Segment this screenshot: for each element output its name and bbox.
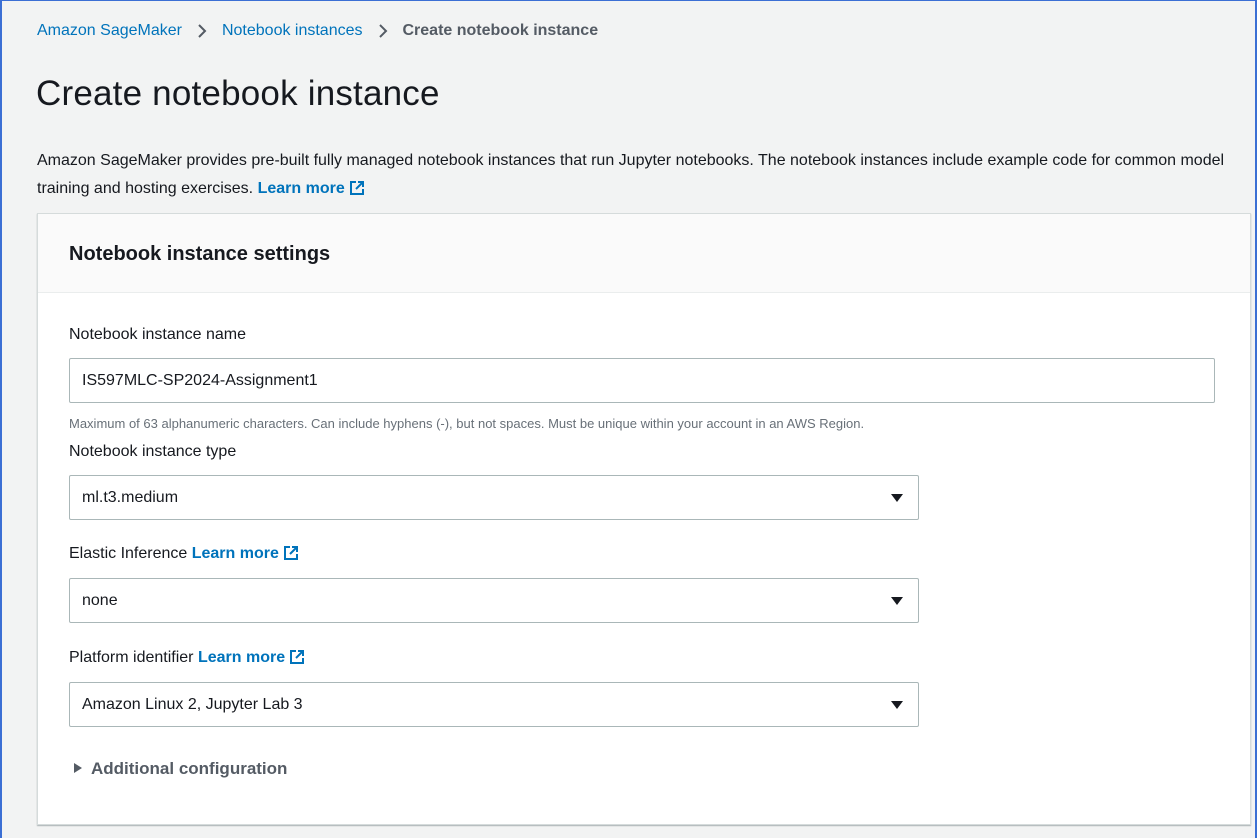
platform-identifier-value: Amazon Linux 2, Jupyter Lab 3	[82, 695, 303, 713]
caret-down-icon	[890, 700, 904, 710]
elastic-learn-more-link[interactable]: Learn more	[192, 545, 299, 562]
breadcrumb: Amazon SageMaker Notebook instances Crea…	[37, 22, 598, 40]
elastic-inference-select[interactable]: none	[69, 578, 919, 623]
elastic-inference-label: Elastic Inference Learn more	[69, 545, 299, 566]
additional-configuration-toggle[interactable]: Additional configuration	[73, 759, 287, 779]
additional-configuration-label: Additional configuration	[91, 759, 288, 778]
caret-down-icon	[890, 596, 904, 606]
instance-type-select[interactable]: ml.t3.medium	[69, 475, 919, 520]
caret-right-icon	[73, 759, 83, 779]
notebook-name-input[interactable]: IS597MLC-SP2024-Assignment1	[69, 358, 1215, 403]
learn-more-link[interactable]: Learn more	[258, 180, 365, 197]
description-text: Amazon SageMaker provides pre-built full…	[37, 152, 1225, 197]
platform-identifier-label: Platform identifier Learn more	[69, 649, 305, 670]
elastic-inference-label-text: Elastic Inference	[69, 545, 188, 562]
chevron-right-icon	[377, 23, 389, 39]
instance-type-label: Notebook instance type	[69, 443, 237, 460]
breadcrumb-current: Create notebook instance	[402, 22, 599, 39]
breadcrumb-link-notebook-instances[interactable]: Notebook instances	[222, 22, 363, 40]
instance-type-value: ml.t3.medium	[82, 488, 179, 506]
elastic-learn-more-label: Learn more	[191, 545, 279, 562]
page-title: Create notebook instance	[36, 74, 440, 113]
panel-header: Notebook instance settings	[38, 214, 1250, 293]
external-link-icon	[283, 545, 299, 566]
notebook-name-value: IS597MLC-SP2024-Assignment1	[82, 371, 318, 389]
chevron-right-icon	[196, 23, 208, 39]
notebook-name-label: Notebook instance name	[69, 326, 246, 343]
external-link-icon	[289, 649, 305, 670]
platform-learn-more-label: Learn more	[197, 649, 286, 666]
platform-learn-more-link[interactable]: Learn more	[198, 649, 305, 666]
elastic-inference-value: none	[82, 591, 118, 609]
caret-down-icon	[890, 493, 904, 503]
platform-identifier-select[interactable]: Amazon Linux 2, Jupyter Lab 3	[69, 682, 919, 727]
external-link-icon	[349, 178, 365, 206]
breadcrumb-link-sagemaker[interactable]: Amazon SageMaker	[37, 22, 182, 40]
page-description: Amazon SageMaker provides pre-built full…	[37, 147, 1249, 206]
notebook-name-hint: Maximum of 63 alphanumeric characters. C…	[69, 416, 865, 431]
panel-title: Notebook instance settings	[69, 243, 331, 265]
platform-identifier-label-text: Platform identifier	[69, 649, 194, 666]
learn-more-label: Learn more	[257, 180, 345, 197]
settings-panel: Notebook instance settings Notebook inst…	[37, 213, 1251, 825]
